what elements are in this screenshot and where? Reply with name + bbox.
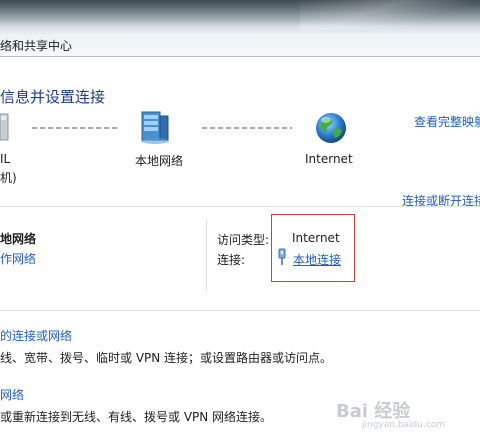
watermark-url: jingyan.baidu.com	[362, 420, 446, 430]
internet-label: Internet	[305, 152, 353, 166]
section-divider-highlight	[0, 207, 480, 208]
setup-connection-link[interactable]: 的连接或网络	[0, 327, 72, 344]
active-network-name: 地网络	[0, 232, 37, 246]
globe-icon	[316, 113, 346, 143]
connector-line-computer-local	[32, 127, 120, 129]
section-divider-2	[0, 310, 480, 311]
connect-network-link[interactable]: 网络	[0, 386, 24, 403]
computer-label-line2: 机)	[0, 171, 17, 185]
local-network-label: 本地网络	[135, 154, 184, 168]
access-type-label: 访问类型:	[217, 233, 270, 247]
computer-label-line1: IL	[0, 152, 11, 166]
network-icon	[141, 111, 169, 144]
page-heading: 信息并设置连接	[0, 88, 106, 106]
view-full-map-link[interactable]: 查看完整映射	[414, 113, 480, 130]
connect-network-description: 或重新连接到无线、有线、拨号或 VPN 网络连接。	[0, 410, 273, 424]
highlight-box	[271, 214, 355, 282]
setup-connection-description: 线、宽带、拨号、临时或 VPN 连接；或设置路由器或访问点。	[0, 351, 333, 365]
vertical-divider	[206, 218, 207, 291]
network-type-link[interactable]: 作网络	[0, 250, 36, 267]
window-title: 络和共享中心	[0, 39, 73, 53]
connections-label: 连接:	[217, 253, 246, 267]
titlebar-highlight	[300, 0, 480, 30]
computer-icon	[0, 113, 9, 141]
connector-line-local-internet	[202, 127, 292, 129]
